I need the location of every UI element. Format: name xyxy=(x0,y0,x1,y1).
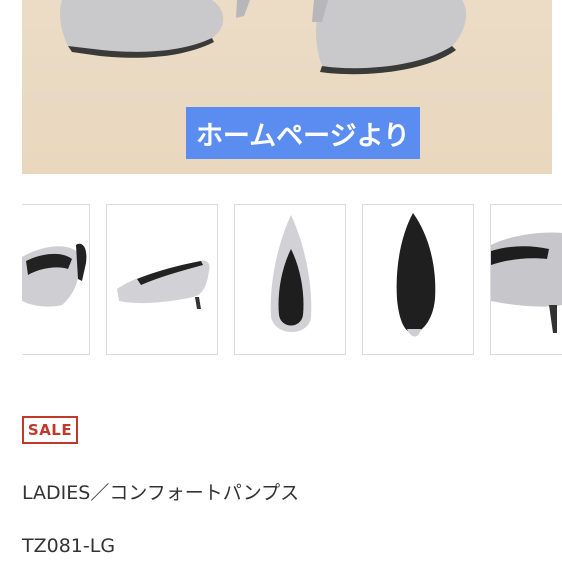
thumbnail-4[interactable] xyxy=(362,204,474,355)
thumbnail-2[interactable] xyxy=(106,204,218,355)
thumbnail-5[interactable] xyxy=(490,204,562,355)
shoe-angle-image xyxy=(22,243,87,307)
hero-product-image[interactable]: ホームページより xyxy=(22,0,552,174)
shoe-side-image xyxy=(117,260,210,309)
thumbnail-gallery xyxy=(0,204,562,357)
shoe-top-image xyxy=(270,215,312,332)
sale-badge: SALE xyxy=(22,416,78,444)
product-code: TZ081-LG xyxy=(22,535,116,557)
hero-banner-label: ホームページより xyxy=(186,107,420,159)
product-name: LADIES／コンフォートパンプス xyxy=(22,482,300,504)
thumbnail-1[interactable] xyxy=(22,204,90,355)
shoe-sole-image xyxy=(396,213,436,337)
thumbnail-3[interactable] xyxy=(234,204,346,355)
shoe-heel-image xyxy=(491,232,562,333)
